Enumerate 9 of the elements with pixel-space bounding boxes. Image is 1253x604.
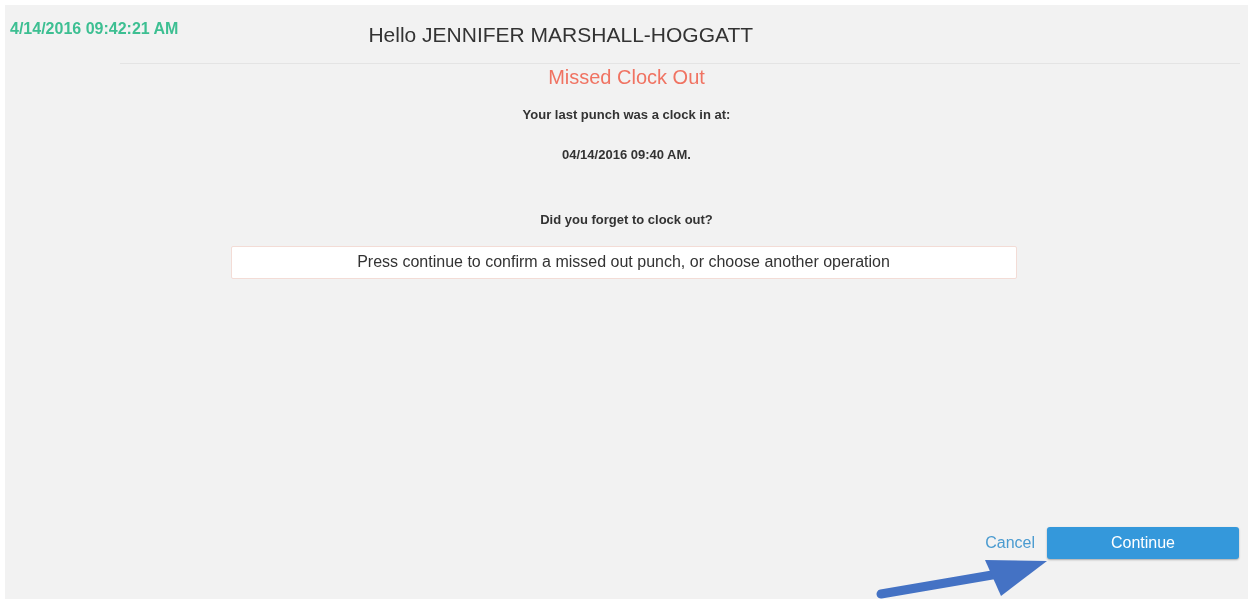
timestamp: 4/14/2016 09:42:21 AM bbox=[10, 19, 179, 39]
message-box: Press continue to confirm a missed out punch, or choose another operation bbox=[230, 245, 1017, 279]
cancel-link[interactable]: Cancel bbox=[985, 531, 1035, 555]
info-text: 04/14/2016 09:40 AM. bbox=[562, 145, 691, 164]
info-text: Did you forget to clock out? bbox=[540, 211, 713, 229]
continue-button[interactable]: Continue bbox=[1047, 527, 1239, 559]
dialog-title: Missed Clock Out bbox=[548, 65, 705, 89]
info-text: Your last punch was a clock in at: bbox=[522, 106, 731, 124]
greeting: Hello JENNIFER MARSHALL-HOGGATT bbox=[368, 22, 754, 48]
